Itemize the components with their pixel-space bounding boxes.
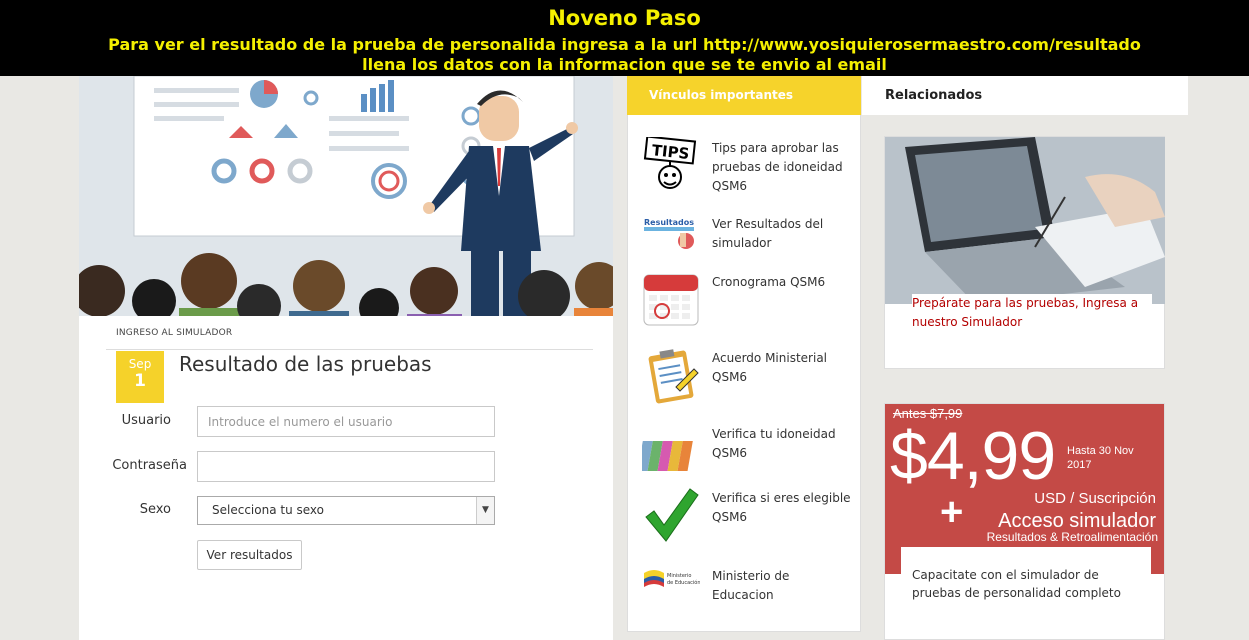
link-item-ministerio[interactable]: Ministerio de Educación Ministerio de Ed… — [642, 565, 852, 625]
link-label: Verifica tu idoneidad QSM6 — [712, 427, 836, 460]
date-day: 1 — [134, 371, 146, 391]
link-item-tips[interactable]: TIPS Tips para aprobar las pruebas de id… — [642, 135, 852, 197]
usuario-input[interactable] — [197, 406, 495, 437]
related-card-simulador[interactable]: Prepárate para las pruebas, Ingresa a nu… — [884, 136, 1165, 369]
laptop-photo — [885, 137, 1165, 304]
plus-sign: + — [940, 490, 964, 534]
password-input[interactable] — [197, 451, 495, 482]
resultados-icon: Resultados — [642, 213, 700, 271]
link-item-elegible[interactable]: Verifica si eres elegible QSM6 — [642, 487, 852, 547]
calendar-icon — [642, 271, 700, 329]
link-label: Acuerdo Ministerial QSM6 — [712, 351, 828, 384]
promo-price: $4,99 — [890, 418, 1056, 494]
instruction-banner: Noveno Paso Para ver el resultado de la … — [0, 0, 1249, 76]
link-item-acuerdo[interactable]: Acuerdo Ministerial QSM6 — [642, 347, 852, 407]
date-month: Sep — [128, 357, 152, 371]
banner-title: Noveno Paso — [548, 6, 701, 30]
clipboard-icon — [642, 347, 700, 405]
sexo-label: Sexo — [139, 502, 171, 517]
sexo-selected-value: Selecciona tu sexo — [212, 503, 324, 517]
related-caption[interactable]: Prepárate para las pruebas, Ingresa a nu… — [912, 294, 1152, 332]
link-label: Ver Resultados del simulador — [712, 217, 824, 250]
link-label: Cronograma QSM6 — [712, 275, 826, 289]
section-tag: INGRESO AL SIMULADOR — [116, 328, 233, 338]
tips-icon: TIPS — [642, 135, 700, 195]
ministerio-logo-icon: Ministerio de Educación — [642, 565, 701, 623]
link-item-resultados[interactable]: Resultados Ver Resultados del simulador — [642, 213, 852, 273]
banner-line-2: llena los datos con la informacion que s… — [362, 55, 887, 74]
promo-retro: Resultados & Retroalimentación — [986, 530, 1158, 544]
banner-line-1: Para ver el resultado de la prueba de pe… — [108, 35, 1141, 54]
svg-text:Ministerio: Ministerio — [667, 573, 691, 579]
promo-usd: USD / Suscripción — [1034, 490, 1156, 507]
checkmark-icon — [642, 487, 700, 545]
folders-icon — [637, 423, 700, 481]
svg-text:Resultados: Resultados — [644, 218, 694, 227]
usuario-label: Usuario — [121, 413, 171, 428]
promo-deadline: Hasta 30 Nov 2017 — [1067, 445, 1134, 471]
simulator-login-card: INGRESO AL SIMULADOR Sep 1 Resultado de … — [79, 316, 613, 640]
password-label: Contraseña — [112, 458, 187, 473]
tab-vinculos-importantes[interactable]: Vínculos importantes — [627, 76, 861, 115]
divider — [106, 349, 593, 350]
svg-text:de Educación: de Educación — [667, 579, 700, 586]
link-label: Tips para aprobar las pruebas de idoneid… — [712, 141, 843, 193]
link-item-idoneidad[interactable]: Verifica tu idoneidad QSM6 — [637, 423, 852, 483]
chevron-down-icon[interactable]: ▼ — [476, 497, 494, 524]
link-item-cronograma[interactable]: Cronograma QSM6 — [642, 271, 852, 331]
date-badge: Sep 1 — [116, 351, 164, 403]
tab-relacionados[interactable]: Relacionados — [862, 76, 1188, 115]
related-caption[interactable]: Capacitate con el simulador de pruebas d… — [901, 547, 1151, 637]
link-label: Ministerio de Educacion — [712, 569, 790, 602]
sexo-select[interactable]: Selecciona tu sexo ▼ — [197, 496, 495, 525]
links-list: TIPS Tips para aprobar las pruebas de id… — [627, 115, 861, 632]
form-title: Resultado de las pruebas — [179, 352, 432, 376]
related-card-promo[interactable]: Antes $7,99 $4,99 Hasta 30 Nov 2017 USD … — [884, 403, 1165, 640]
link-label: Verifica si eres elegible QSM6 — [712, 491, 851, 524]
ver-resultados-button[interactable]: Ver resultados — [197, 540, 302, 570]
